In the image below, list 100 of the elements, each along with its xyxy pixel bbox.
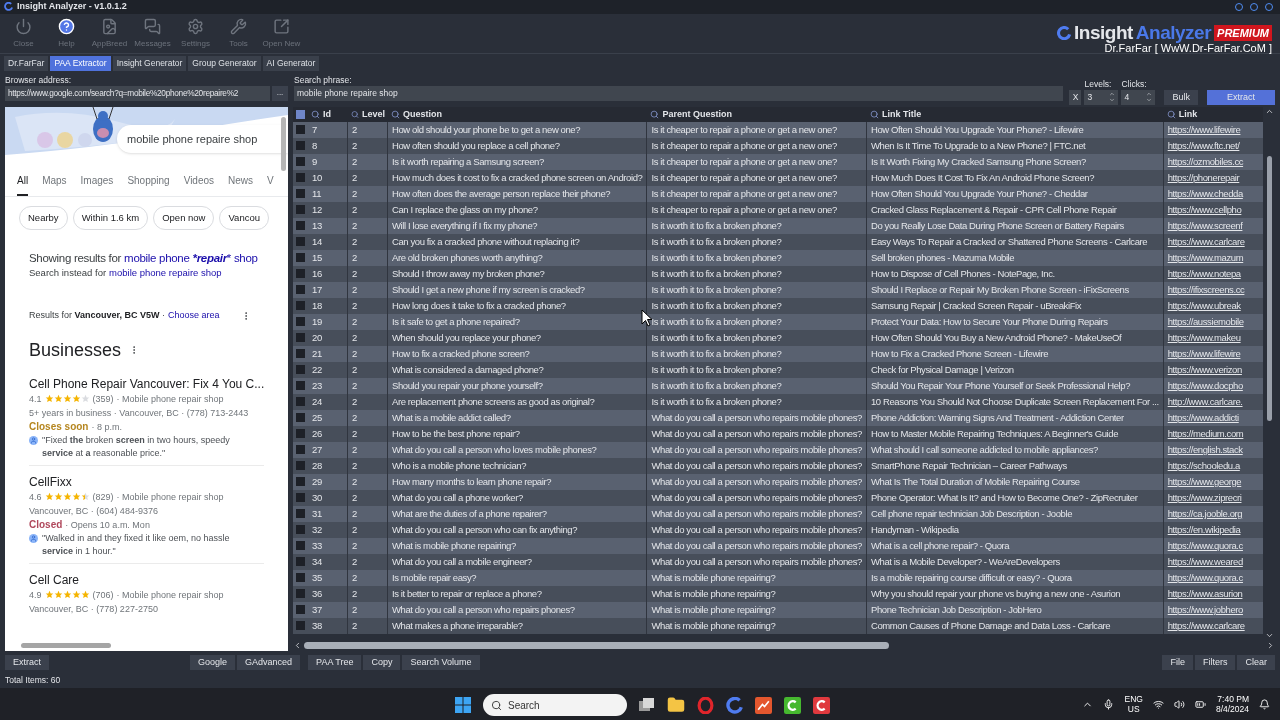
wifi-icon[interactable] xyxy=(1152,698,1164,710)
checkbox[interactable] xyxy=(296,173,305,183)
scrollbar[interactable] xyxy=(304,642,889,650)
search-tab[interactable]: V xyxy=(267,172,274,196)
checkbox[interactable] xyxy=(296,301,305,311)
clock-date[interactable]: 8/4/2024 xyxy=(1215,704,1249,715)
search-icon[interactable] xyxy=(1166,109,1176,119)
checkbox[interactable] xyxy=(296,477,305,487)
checkbox[interactable] xyxy=(296,541,305,551)
app-icon[interactable] xyxy=(784,696,801,714)
checkbox[interactable] xyxy=(296,461,305,471)
number-spinner[interactable]: 3 xyxy=(1084,89,1119,105)
search-icon[interactable] xyxy=(311,109,320,119)
search-icon[interactable] xyxy=(391,109,400,119)
tab[interactable]: Dr.FarFar xyxy=(4,55,49,71)
chart-app-icon[interactable] xyxy=(755,696,772,714)
column-header[interactable]: Id xyxy=(308,106,348,122)
business-name[interactable]: Cell Phone Repair Vancouver: Fix 4 You C... xyxy=(29,375,264,392)
checkbox[interactable] xyxy=(296,349,305,359)
browse-button[interactable]: ... xyxy=(272,85,288,101)
scrollbar[interactable] xyxy=(1266,155,1272,421)
search-icon[interactable] xyxy=(351,109,359,119)
column-header[interactable]: Question xyxy=(388,106,648,122)
checkbox[interactable] xyxy=(296,493,305,503)
checkbox[interactable] xyxy=(296,445,305,455)
scroll-left-icon[interactable] xyxy=(293,641,302,651)
search-tab[interactable]: News xyxy=(228,172,254,196)
checkbox[interactable] xyxy=(296,141,305,151)
checkbox[interactable] xyxy=(296,605,305,615)
windows-icon[interactable] xyxy=(455,697,471,714)
checkbox[interactable] xyxy=(296,365,305,375)
scrollbar[interactable] xyxy=(21,643,111,649)
clear-search-button[interactable]: X xyxy=(1069,89,1082,105)
checkbox[interactable] xyxy=(296,621,305,631)
column-header[interactable]: Parent Question xyxy=(647,106,867,122)
app-icon[interactable] xyxy=(813,696,830,714)
corrected-query-link[interactable]: mobile phone *repair* shop xyxy=(124,249,258,268)
checkbox[interactable] xyxy=(296,509,305,519)
language-indicator[interactable]: ENG xyxy=(1124,694,1143,705)
checkbox[interactable] xyxy=(296,253,305,263)
toolbar-button[interactable]: Filters xyxy=(1195,655,1236,671)
toolbar-button[interactable]: PAA Tree xyxy=(308,655,362,671)
checkbox[interactable] xyxy=(296,109,305,119)
toolbar-button[interactable]: File xyxy=(1162,655,1193,671)
toolbar-button[interactable]: Copy xyxy=(363,655,401,671)
scrollbar[interactable] xyxy=(281,116,286,171)
language-indicator[interactable]: US xyxy=(1127,704,1140,715)
scroll-right-icon[interactable] xyxy=(1266,641,1275,651)
checkbox[interactable] xyxy=(296,125,305,135)
checkbox[interactable] xyxy=(296,317,305,327)
taskbar-search-field[interactable]: Search xyxy=(483,694,627,717)
checkbox[interactable] xyxy=(296,237,305,247)
checkbox[interactable] xyxy=(296,557,305,567)
battery-icon[interactable] xyxy=(1194,698,1206,710)
choose-area-link[interactable]: Choose area xyxy=(168,309,220,323)
original-query-link[interactable]: mobile phone repaire shop xyxy=(109,267,222,280)
search-icon[interactable] xyxy=(650,109,660,119)
checkbox[interactable] xyxy=(296,157,305,167)
extract-button[interactable]: Extract xyxy=(5,655,49,671)
checkbox[interactable] xyxy=(296,525,305,535)
search-tab[interactable]: Videos xyxy=(183,172,215,196)
checkbox[interactable] xyxy=(296,573,305,583)
toolbar-button[interactable]: Search Volume xyxy=(402,655,480,671)
folder-icon[interactable] xyxy=(667,696,685,715)
speaker-icon[interactable] xyxy=(1173,698,1185,710)
tab[interactable]: Insight Generator xyxy=(112,55,187,71)
search-phrase-field[interactable]: mobile phone repaire shop xyxy=(294,85,1064,101)
tab[interactable]: Group Generator xyxy=(188,55,261,71)
clock-time[interactable]: 7:40 PM xyxy=(1217,694,1249,705)
search-icon[interactable] xyxy=(869,109,879,119)
tab[interactable]: AI Generator xyxy=(262,55,320,71)
tab[interactable]: PAA Extractor xyxy=(50,55,111,71)
search-tab[interactable]: Images xyxy=(80,172,114,196)
checkbox[interactable] xyxy=(296,221,305,231)
notification-icon[interactable] xyxy=(1259,698,1270,710)
column-header[interactable]: Level xyxy=(348,106,388,122)
extract-button[interactable]: Extract xyxy=(1207,89,1275,105)
business-name[interactable]: Cell Care xyxy=(29,571,264,588)
microphone-icon[interactable] xyxy=(1103,698,1115,710)
column-header[interactable]: Link xyxy=(1163,106,1263,122)
checkbox[interactable] xyxy=(296,205,305,215)
checkbox[interactable] xyxy=(296,269,305,279)
checkbox[interactable] xyxy=(296,381,305,391)
search-tab[interactable]: Maps xyxy=(42,172,67,196)
address-field[interactable]: https://www.google.com/search?q=mobile%20phone%20repaire%2 xyxy=(5,85,270,101)
checkbox[interactable] xyxy=(296,589,305,599)
search-tab[interactable]: Shopping xyxy=(127,172,170,196)
checkbox[interactable] xyxy=(296,413,305,423)
number-spinner[interactable]: 4 xyxy=(1121,89,1156,105)
checkbox[interactable] xyxy=(296,429,305,439)
task-view-icon[interactable] xyxy=(639,698,655,713)
checkbox[interactable] xyxy=(296,189,305,199)
gadvanced-button[interactable]: GAdvanced xyxy=(237,655,301,671)
checkbox[interactable] xyxy=(296,285,305,295)
toolbar-button[interactable]: Clear xyxy=(1237,655,1275,671)
column-header[interactable]: Link Title xyxy=(866,106,1164,122)
bulk-button[interactable]: Bulk xyxy=(1164,89,1198,105)
checkbox[interactable] xyxy=(296,333,305,343)
checkbox[interactable] xyxy=(296,397,305,407)
business-name[interactable]: CellFixx xyxy=(29,473,264,490)
